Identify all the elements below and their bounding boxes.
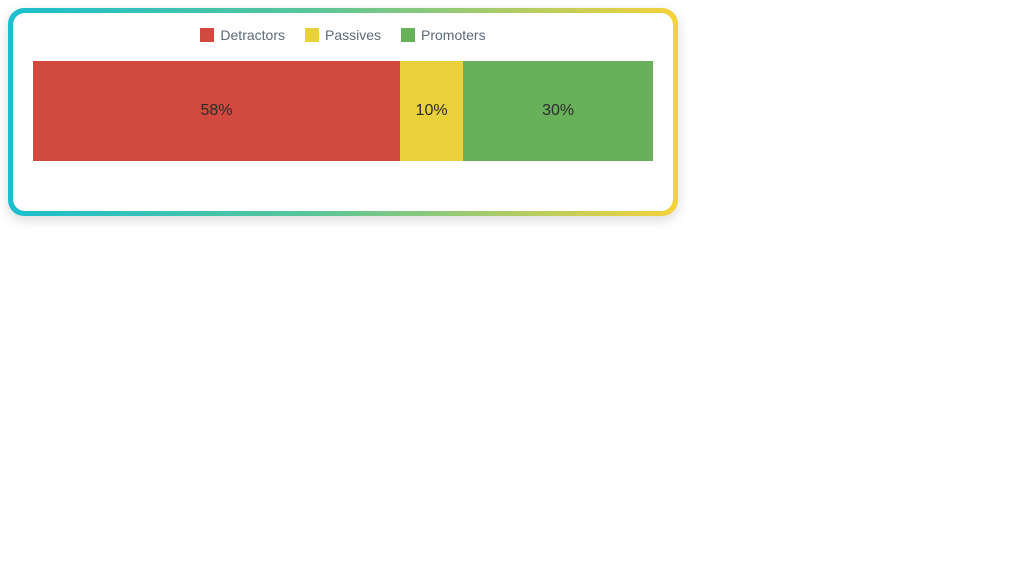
swatch-detractors	[200, 28, 214, 42]
legend-passives: Passives	[305, 27, 381, 43]
svg-text:Feb: Feb	[443, 515, 465, 530]
svg-text:Nov: Nov	[860, 515, 884, 530]
svg-text:May: May	[740, 515, 765, 530]
segment-promoters: 30%	[463, 61, 653, 161]
legend-passives-label: Passives	[325, 27, 381, 43]
svg-text:Aug: Aug	[801, 515, 824, 530]
svg-text:-50: -50	[306, 434, 325, 449]
svg-text:0: 0	[318, 368, 325, 383]
segment-detractors-value: 58%	[200, 102, 232, 120]
score-trend-inner: Score Benchmark 100500-50-100AugNovFebMa…	[253, 181, 1021, 573]
segment-promoters-value: 30%	[542, 102, 574, 120]
nps-legend: Detractors Passives Promoters	[33, 27, 653, 43]
svg-text:-100: -100	[299, 499, 325, 514]
svg-text:Aug: Aug	[562, 515, 585, 530]
svg-text:May: May	[502, 515, 527, 530]
score-line-chart: 100500-50-100AugNovFebMayAugNovFebMayAug…	[271, 235, 1003, 535]
svg-text:Aug: Aug	[324, 515, 347, 530]
svg-text:100: 100	[303, 237, 325, 252]
svg-text:Feb: Feb	[682, 515, 704, 530]
nps-distribution-card: Detractors Passives Promoters 58% 10% 30…	[8, 8, 678, 216]
legend-detractors-label: Detractors	[220, 27, 285, 43]
score-trend-card: Score Benchmark 100500-50-100AugNovFebMa…	[248, 176, 1024, 576]
segment-passives-value: 10%	[416, 102, 448, 120]
svg-text:Nov: Nov	[622, 515, 646, 530]
legend-detractors: Detractors	[200, 27, 285, 43]
svg-text:May: May	[979, 515, 1003, 530]
svg-text:50: 50	[311, 303, 325, 318]
legend-promoters: Promoters	[401, 27, 486, 43]
swatch-promoters	[401, 28, 415, 42]
nps-stacked-bar: 58% 10% 30%	[33, 61, 653, 161]
segment-passives: 10%	[400, 61, 463, 161]
swatch-passives	[305, 28, 319, 42]
svg-text:Nov: Nov	[383, 515, 407, 530]
legend-promoters-label: Promoters	[421, 27, 486, 43]
segment-detractors: 58%	[33, 61, 400, 161]
nps-distribution-inner: Detractors Passives Promoters 58% 10% 30…	[13, 13, 673, 211]
